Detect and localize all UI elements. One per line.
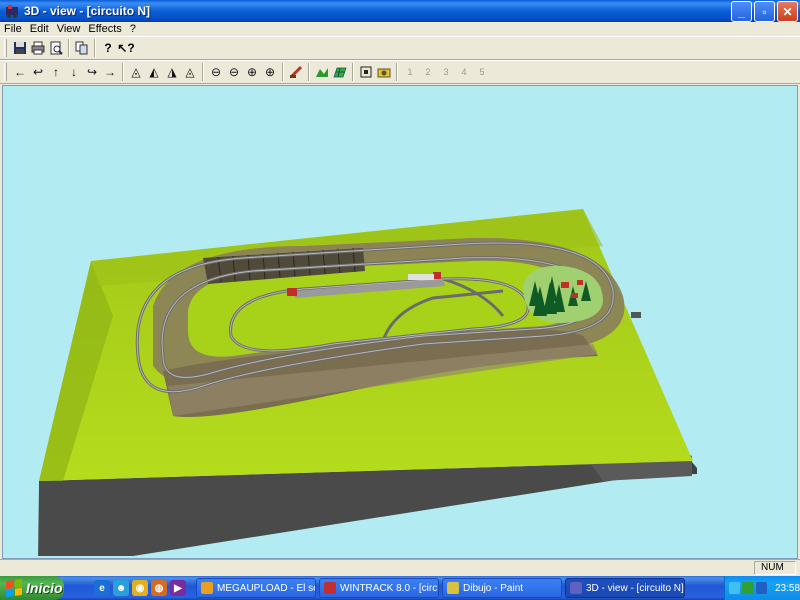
start-button[interactable]: Inicio (0, 576, 64, 600)
menu-help[interactable]: ? (126, 23, 140, 35)
view-preset-4-icon[interactable]: 4 (455, 63, 473, 81)
task-label: WINTRACK 8.0 - [circ... (340, 582, 439, 594)
move-left-icon[interactable]: ← (11, 63, 29, 81)
title-bar: 3D - view - [circuito N] _ ▫ ✕ (0, 0, 800, 22)
grid-terrain-icon[interactable] (331, 63, 349, 81)
status-bar: NUM (0, 559, 800, 576)
zoom-in-icon[interactable]: ⊕ (243, 63, 261, 81)
task-label: MEGAUPLOAD - El ser... (217, 582, 315, 594)
taskbar: Inicio e ☻ ◉ ◍ ▶ MEGAUPLOAD - El ser... … (0, 576, 800, 600)
toolbar-separator (352, 63, 354, 81)
toolbar-file: ? ↖? (0, 36, 800, 60)
security-shield-icon[interactable] (742, 582, 754, 594)
toolbar-separator (94, 39, 96, 57)
view-preset-label: 4 (461, 67, 467, 77)
zoom-out-more-icon[interactable]: ⊖ (225, 63, 243, 81)
paint-icon (447, 582, 459, 594)
layout-3d-render (38, 209, 697, 556)
view-preset-label: 2 (425, 67, 431, 77)
browser-icon (201, 582, 213, 594)
view-preset-5-icon[interactable]: 5 (473, 63, 491, 81)
terrain-icon[interactable] (313, 63, 331, 81)
toolbar-view: ← ↩ ↑ ↓ ↪ → ◬ ◭ ◮ ◬ ⊖ ⊖ ⊕ ⊕ 1 2 3 4 5 (0, 60, 800, 84)
menu-edit[interactable]: Edit (26, 23, 53, 35)
media-player-icon[interactable]: ▶ (170, 580, 186, 596)
toolbar-separator (202, 63, 204, 81)
firefox-icon[interactable]: ◍ (151, 580, 167, 596)
move-right-icon[interactable]: → (101, 63, 119, 81)
fit-view-icon[interactable] (357, 63, 375, 81)
window-title: 3D - view - [circuito N] (24, 4, 151, 18)
station-building (408, 274, 434, 280)
forest-house (577, 280, 583, 285)
daemon-tools-icon[interactable] (755, 582, 767, 594)
station-building (433, 272, 441, 279)
quick-launch: e ☻ ◉ ◍ ▶ (94, 580, 186, 596)
view-preset-2-icon[interactable]: 2 (419, 63, 437, 81)
rotate-right-icon[interactable]: ↪ (83, 63, 101, 81)
network-icon[interactable] (729, 582, 741, 594)
3d-view-icon (570, 582, 582, 594)
menu-effects[interactable]: Effects (84, 23, 125, 35)
app-icon[interactable] (4, 3, 20, 19)
num-lock-indicator: NUM (754, 561, 796, 575)
task-label: 3D - view - [circuito N] (586, 582, 684, 594)
taskbar-button-megaupload[interactable]: MEGAUPLOAD - El ser... (196, 578, 316, 598)
system-tray: 23:58 (724, 576, 800, 600)
print-icon[interactable] (29, 39, 47, 57)
help-icon[interactable]: ? (99, 39, 117, 57)
camera-tilt-down-icon[interactable]: ◭ (145, 63, 163, 81)
forest-house (561, 282, 569, 288)
zoom-in-more-icon[interactable]: ⊕ (261, 63, 279, 81)
rotate-left-icon[interactable]: ↩ (29, 63, 47, 81)
move-up-icon[interactable]: ↑ (47, 63, 65, 81)
start-label: Inicio (26, 580, 63, 596)
toolbar-separator (282, 63, 284, 81)
internet-explorer-icon[interactable]: e (94, 580, 110, 596)
camera-tilt-up-icon[interactable]: ◬ (127, 63, 145, 81)
camera-snapshot-icon[interactable] (375, 63, 393, 81)
toolbar-separator (308, 63, 310, 81)
move-down-icon[interactable]: ↓ (65, 63, 83, 81)
menu-file[interactable]: File (0, 23, 26, 35)
minimize-button[interactable]: _ (731, 1, 752, 22)
save-icon[interactable] (11, 39, 29, 57)
context-help-icon[interactable]: ↖? (117, 39, 135, 57)
forest-house (571, 293, 578, 298)
toolbar-separator (122, 63, 124, 81)
station-building (287, 288, 297, 296)
toolbar-grip[interactable] (4, 39, 7, 57)
copy-icon[interactable] (73, 39, 91, 57)
windows-logo-icon (6, 578, 22, 598)
camera-pan-icon[interactable]: ◮ (163, 63, 181, 81)
track-tool-icon[interactable] (287, 63, 305, 81)
taskbar-button-3d-view[interactable]: 3D - view - [circuito N] (565, 578, 685, 598)
toolbar-grip[interactable] (4, 63, 7, 81)
view-preset-label: 5 (479, 67, 485, 77)
view-preset-label: 1 (407, 67, 413, 77)
view-preset-1-icon[interactable]: 1 (401, 63, 419, 81)
camera-walk-icon[interactable]: ◬ (181, 63, 199, 81)
close-button[interactable]: ✕ (777, 1, 798, 22)
print-preview-icon[interactable] (47, 39, 65, 57)
wintrack-icon (324, 582, 336, 594)
clock[interactable]: 23:58 (775, 583, 800, 594)
menu-bar: File Edit View Effects ? (0, 22, 800, 36)
taskbar-button-paint[interactable]: Dibujo - Paint (442, 578, 562, 598)
zoom-out-icon[interactable]: ⊖ (207, 63, 225, 81)
messenger-icon[interactable]: ☻ (113, 580, 129, 596)
taskbar-button-wintrack[interactable]: WINTRACK 8.0 - [circ... (319, 578, 439, 598)
view-preset-3-icon[interactable]: 3 (437, 63, 455, 81)
3d-viewport[interactable] (2, 85, 798, 559)
menu-view[interactable]: View (53, 23, 85, 35)
chrome-icon[interactable]: ◉ (132, 580, 148, 596)
view-preset-label: 3 (443, 67, 449, 77)
maximize-button[interactable]: ▫ (754, 1, 775, 22)
toolbar-separator (68, 39, 70, 57)
task-label: Dibujo - Paint (463, 582, 524, 594)
toolbar-separator (396, 63, 398, 81)
tunnel-portal (631, 312, 641, 318)
